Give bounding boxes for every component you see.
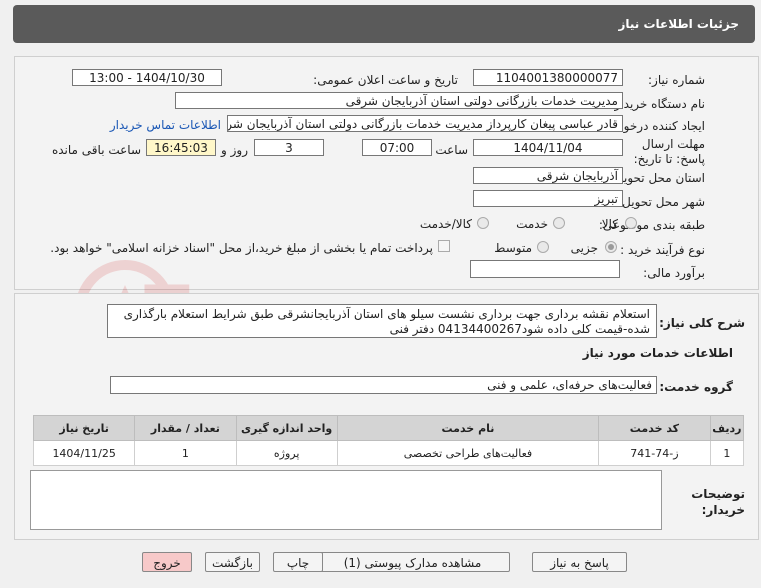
deadline-label: مهلت ارسال پاسخ: تا تاریخ:: [633, 137, 705, 166]
category-goods-radio[interactable]: [625, 217, 637, 229]
city-field: تبریز: [473, 190, 623, 207]
category-goods-label: کالا: [601, 217, 618, 231]
col-unit: واحد اندازه گیری: [235, 415, 338, 441]
description-label: شرح کلی نیاز:: [659, 316, 745, 330]
process-medium-label: متوسط: [494, 241, 532, 255]
col-need-date: تاریخ نیاز: [32, 415, 136, 441]
buyer-contact-link[interactable]: اطلاعات تماس خریدار: [110, 118, 221, 132]
cell-service-name: فعالیت‌های طراحی تخصصی: [336, 440, 600, 466]
estimate-field: [470, 260, 620, 278]
col-row: ردیف: [709, 415, 745, 441]
remaining-time-field: 16:45:03: [146, 139, 216, 156]
province-label: استان محل تحویل:: [610, 171, 705, 185]
category-service-label: خدمت: [516, 217, 548, 231]
need-number-field: 1104001380000077: [473, 69, 623, 86]
print-button[interactable]: چاپ: [273, 552, 323, 572]
city-label: شهر محل تحویل:: [618, 195, 705, 209]
deadline-time-label: ساعت: [435, 143, 468, 157]
cell-service-code: ز-74-741: [598, 440, 711, 466]
buyer-org-field: مدیریت خدمات بازرگانی دولتی استان آذربای…: [175, 92, 623, 109]
category-goods-service-label: کالا/خدمت: [419, 217, 472, 231]
exit-button[interactable]: خروج: [142, 552, 192, 572]
requester-field: قادر عباسی پیغان کارپرداز مدیریت خدمات ب…: [227, 115, 623, 132]
buyer-notes-label: توضیحات خریدار:: [691, 487, 745, 517]
days-field: 3: [254, 139, 324, 156]
buyer-org-label: نام دستگاه خریدار:: [610, 97, 706, 111]
process-medium-radio[interactable]: [537, 241, 549, 253]
deadline-date-field: 1404/11/04: [473, 139, 623, 156]
process-minor-label: جزیی: [570, 241, 598, 255]
remaining-time-label: ساعت باقی مانده: [51, 143, 141, 157]
service-group-field: فعالیت‌های حرفه‌ای، علمی و فنی: [110, 376, 657, 394]
description-text: استعلام نقشه برداری جهت برداری نشست سیلو…: [107, 304, 657, 338]
deadline-time-field: 07:00: [362, 139, 432, 156]
announce-date-field: 1404/10/30 - 13:00: [72, 69, 222, 86]
col-service-name: نام خدمت: [336, 415, 600, 441]
cell-unit: پروژه: [235, 440, 338, 466]
services-table: ردیف کد خدمت نام خدمت واحد اندازه گیری ت…: [32, 415, 745, 466]
days-label: روز و: [221, 143, 248, 157]
treasury-payment-checkbox[interactable]: [438, 240, 450, 252]
services-section-title: اطلاعات خدمات مورد نیاز: [582, 346, 733, 360]
table-header-row: ردیف کد خدمت نام خدمت واحد اندازه گیری ت…: [32, 415, 745, 441]
cell-row: 1: [709, 440, 745, 466]
service-group-label: گروه خدمت:: [659, 380, 733, 394]
cell-need-date: 1404/11/25: [32, 440, 136, 466]
estimate-label: برآورد مالی:: [643, 266, 705, 280]
table-row: 1 ز-74-741 فعالیت‌های طراحی تخصصی پروژه …: [32, 440, 745, 466]
page-header: جزئیات اطلاعات نیاز: [13, 5, 755, 43]
need-number-label: شماره نیاز:: [648, 73, 705, 87]
cell-quantity: 1: [134, 440, 237, 466]
col-quantity: تعداد / مقدار: [134, 415, 237, 441]
province-field: آذربایجان شرقی: [473, 167, 623, 184]
back-button[interactable]: بازگشت: [205, 552, 260, 572]
treasury-payment-note: پرداخت تمام یا بخشی از مبلغ خرید،از محل …: [50, 241, 433, 255]
view-attachments-button[interactable]: مشاهده مدارک پیوستی (1): [315, 552, 510, 572]
process-minor-radio[interactable]: [605, 241, 617, 253]
category-service-radio[interactable]: [553, 217, 565, 229]
category-goods-service-radio[interactable]: [477, 217, 489, 229]
reply-button[interactable]: پاسخ به نیاز: [532, 552, 627, 572]
buyer-notes-field: [30, 470, 662, 530]
page-title: جزئیات اطلاعات نیاز: [618, 17, 739, 31]
process-label: نوع فرآیند خرید :: [620, 243, 705, 257]
announce-date-label: تاریخ و ساعت اعلان عمومی:: [313, 73, 458, 87]
col-service-code: کد خدمت: [598, 415, 711, 441]
